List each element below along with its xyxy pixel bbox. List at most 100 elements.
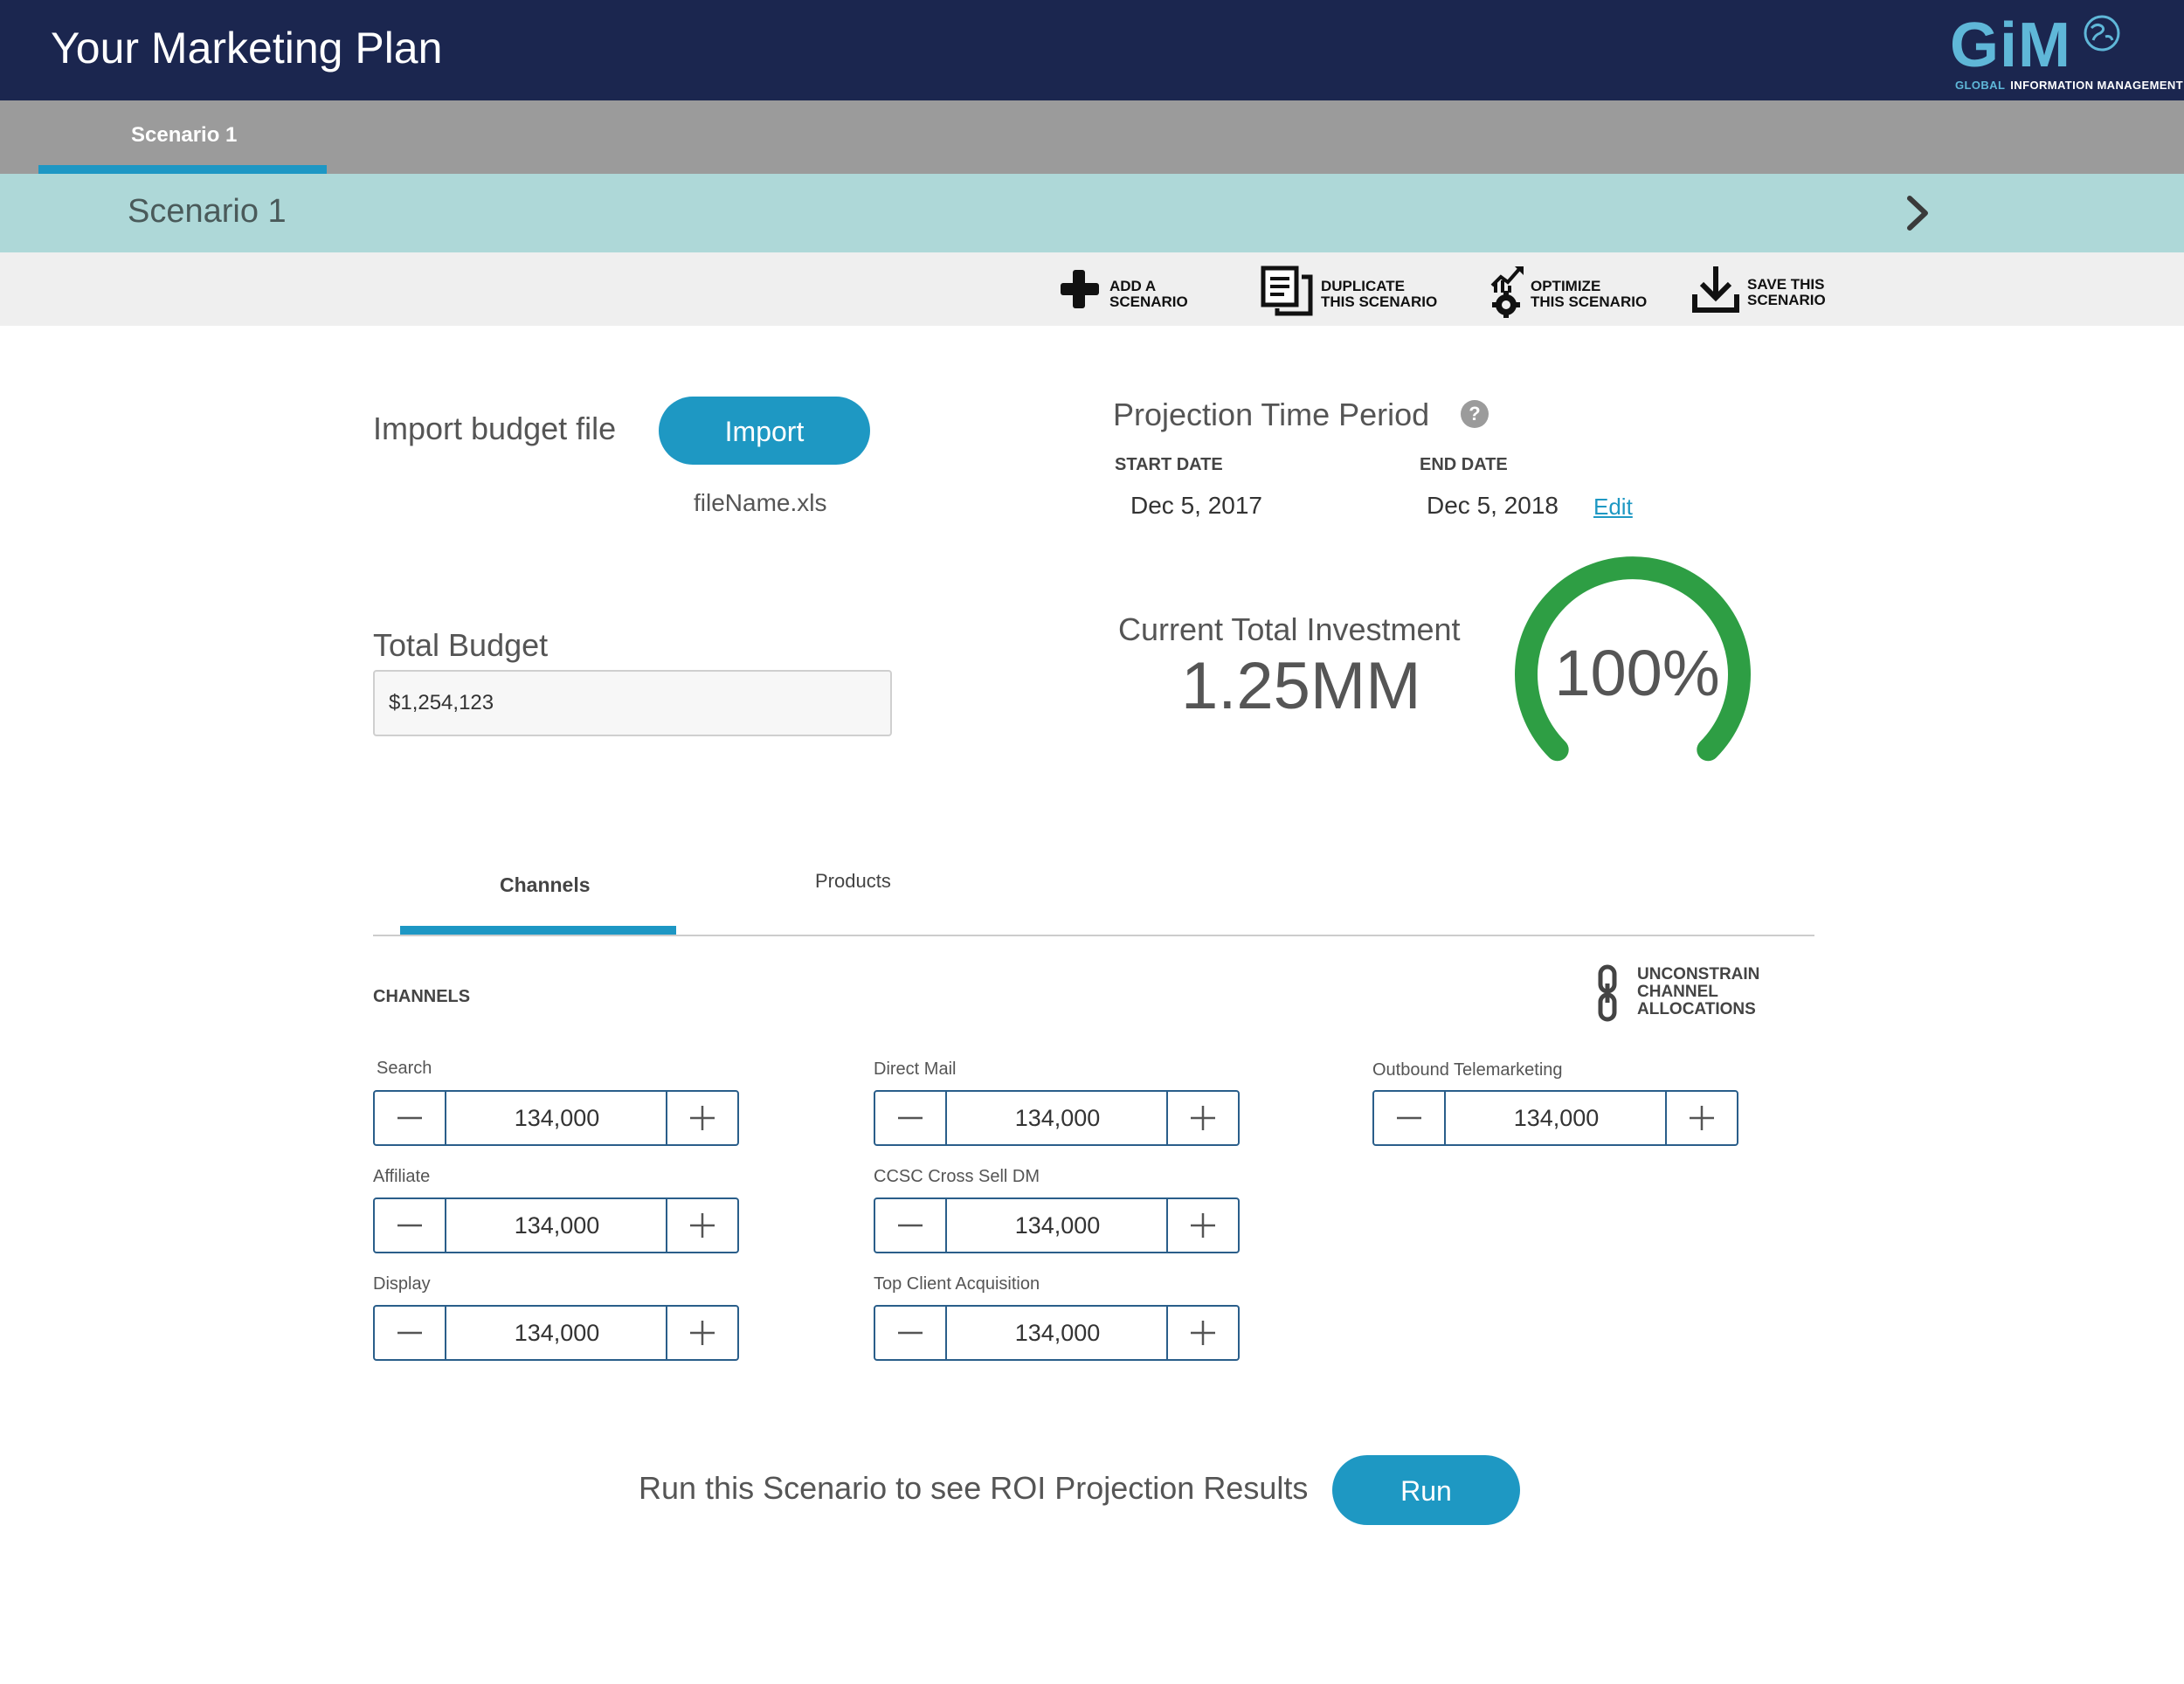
increment-button[interactable] bbox=[666, 1199, 737, 1252]
plus-icon bbox=[1690, 1106, 1714, 1130]
decrement-button[interactable] bbox=[375, 1307, 446, 1359]
logo-sub-global: GLOBAL bbox=[1955, 79, 2006, 92]
import-button[interactable]: Import bbox=[659, 397, 870, 465]
save-scenario-button[interactable]: SAVE THIS SCENARIO bbox=[1691, 265, 1849, 317]
unconstrain-allocations-button[interactable]: UNCONSTRAIN CHANNEL ALLOCATIONS bbox=[1595, 964, 1787, 1027]
optimize-gear-icon bbox=[1490, 266, 1524, 318]
increment-button[interactable] bbox=[666, 1092, 737, 1144]
decrement-button[interactable] bbox=[875, 1199, 947, 1252]
plus-icon bbox=[690, 1213, 715, 1238]
minus-icon bbox=[397, 1224, 422, 1227]
plus-icon bbox=[1191, 1106, 1215, 1130]
scenario-toolbar: ADD A SCENARIO DUPLICATE THIS SCENARIO O… bbox=[0, 252, 2184, 326]
save-scenario-label: SAVE THIS SCENARIO bbox=[1747, 276, 1826, 308]
globe-icon bbox=[2084, 15, 2120, 52]
logo-subtitle: GLOBAL INFORMATION MANAGEMENT bbox=[1955, 79, 2183, 92]
projection-title: Projection Time Period bbox=[1113, 397, 1430, 432]
increment-button[interactable] bbox=[1166, 1307, 1238, 1359]
stepper-ccsc-cross-sell-dm: 134,000 bbox=[874, 1197, 1240, 1253]
unconstrain-label: UNCONSTRAIN CHANNEL ALLOCATIONS bbox=[1637, 965, 1760, 1018]
help-icon[interactable]: ? bbox=[1461, 400, 1489, 428]
stepper-value[interactable]: 134,000 bbox=[1446, 1092, 1667, 1144]
import-budget-label: Import budget file bbox=[373, 411, 617, 446]
active-content-tab-indicator bbox=[400, 926, 676, 935]
decrement-button[interactable] bbox=[1374, 1092, 1446, 1144]
run-prompt-text: Run this Scenario to see ROI Projection … bbox=[639, 1470, 1309, 1506]
stepper-direct-mail: 134,000 bbox=[874, 1090, 1240, 1146]
end-date-label: END DATE bbox=[1420, 455, 1508, 474]
optimize-scenario-button[interactable]: OPTIMIZE THIS SCENARIO bbox=[1489, 265, 1663, 318]
tab-products[interactable]: Products bbox=[815, 870, 891, 893]
stepper-search: 134,000 bbox=[373, 1090, 739, 1146]
stepper-value[interactable]: 134,000 bbox=[947, 1307, 1168, 1359]
plus-icon bbox=[1191, 1213, 1215, 1238]
plus-icon bbox=[690, 1321, 715, 1345]
add-scenario-label: ADD A SCENARIO bbox=[1109, 278, 1188, 310]
total-budget-label: Total Budget bbox=[373, 627, 549, 663]
minus-icon bbox=[898, 1116, 923, 1120]
stepper-value[interactable]: 134,000 bbox=[947, 1092, 1168, 1144]
tab-scenario-1[interactable]: Scenario 1 bbox=[38, 100, 327, 174]
plus-icon bbox=[1191, 1321, 1215, 1345]
investment-label: Current Total Investment bbox=[1118, 611, 1461, 647]
duplicate-scenario-button[interactable]: DUPLICATE THIS SCENARIO bbox=[1260, 265, 1452, 317]
optimize-scenario-label: OPTIMIZE THIS SCENARIO bbox=[1531, 278, 1648, 310]
decrement-button[interactable] bbox=[875, 1092, 947, 1144]
stepper-value[interactable]: 134,000 bbox=[446, 1307, 667, 1359]
decrement-button[interactable] bbox=[875, 1307, 947, 1359]
duplicate-icon bbox=[1261, 266, 1313, 316]
tab-channels[interactable]: Channels bbox=[500, 873, 591, 897]
end-date-value: Dec 5, 2018 bbox=[1427, 492, 1559, 519]
gauge-percent: 100% bbox=[1554, 637, 1720, 709]
edit-dates-link[interactable]: Edit bbox=[1593, 493, 1633, 521]
channels-heading: CHANNELS bbox=[373, 987, 471, 1006]
increment-button[interactable] bbox=[1166, 1092, 1238, 1144]
minus-icon bbox=[898, 1224, 923, 1227]
app-title: Your Marketing Plan bbox=[51, 24, 443, 72]
total-budget-value: $1,254,123 bbox=[389, 691, 494, 714]
channel-label-ccsc-cross-sell-dm: CCSC Cross Sell DM bbox=[874, 1167, 1040, 1186]
scenario-strip: Scenario 1 bbox=[0, 174, 2184, 252]
decrement-button[interactable] bbox=[375, 1092, 446, 1144]
active-tab-indicator bbox=[38, 165, 327, 174]
channel-label-outbound-telemarketing: Outbound Telemarketing bbox=[1372, 1060, 1563, 1080]
channel-label-top-client-acquisition: Top Client Acquisition bbox=[874, 1274, 1040, 1294]
start-date-label: START DATE bbox=[1115, 455, 1223, 474]
duplicate-scenario-label: DUPLICATE THIS SCENARIO bbox=[1321, 278, 1438, 310]
minus-icon bbox=[1397, 1116, 1421, 1120]
gim-logo: GiM GLOBAL INFORMATION MANAGEMENT bbox=[1950, 10, 2183, 96]
decrement-button[interactable] bbox=[375, 1199, 446, 1252]
stepper-value[interactable]: 134,000 bbox=[947, 1199, 1168, 1252]
increment-button[interactable] bbox=[666, 1307, 737, 1359]
minus-icon bbox=[898, 1331, 923, 1335]
add-scenario-button[interactable]: ADD A SCENARIO bbox=[1057, 265, 1197, 317]
logo-mark: GiM bbox=[1950, 10, 2071, 80]
stepper-display: 134,000 bbox=[373, 1305, 739, 1361]
minus-icon bbox=[397, 1116, 422, 1120]
total-budget-input[interactable]: $1,254,123 bbox=[373, 670, 892, 736]
app-header: Your Marketing Plan GiM GLOBAL INFORMATIO… bbox=[0, 0, 2184, 100]
stepper-value[interactable]: 134,000 bbox=[446, 1199, 667, 1252]
increment-button[interactable] bbox=[1166, 1199, 1238, 1252]
channel-label-affiliate: Affiliate bbox=[373, 1167, 431, 1186]
download-icon bbox=[1692, 266, 1739, 313]
start-date-value: Dec 5, 2017 bbox=[1130, 492, 1262, 519]
channel-label-search: Search bbox=[377, 1059, 432, 1078]
stepper-affiliate: 134,000 bbox=[373, 1197, 739, 1253]
scenario-tab-bar: Scenario 1 bbox=[0, 100, 2184, 174]
plus-icon bbox=[1061, 270, 1099, 308]
plus-icon bbox=[690, 1106, 715, 1130]
tabs-divider bbox=[373, 935, 1814, 936]
stepper-top-client-acquisition: 134,000 bbox=[874, 1305, 1240, 1361]
stepper-value[interactable]: 134,000 bbox=[446, 1092, 667, 1144]
channel-label-direct-mail: Direct Mail bbox=[874, 1059, 957, 1079]
stepper-outbound-telemarketing: 134,000 bbox=[1372, 1090, 1738, 1146]
minus-icon bbox=[397, 1331, 422, 1335]
file-name: fileName.xls bbox=[694, 489, 827, 516]
chain-link-icon bbox=[1598, 964, 1617, 1022]
run-button[interactable]: Run bbox=[1332, 1455, 1520, 1525]
chevron-right-icon[interactable] bbox=[1897, 191, 1939, 235]
increment-button[interactable] bbox=[1665, 1092, 1737, 1144]
scenario-name: Scenario 1 bbox=[128, 193, 287, 230]
investment-value: 1.25MM bbox=[1181, 649, 1421, 723]
